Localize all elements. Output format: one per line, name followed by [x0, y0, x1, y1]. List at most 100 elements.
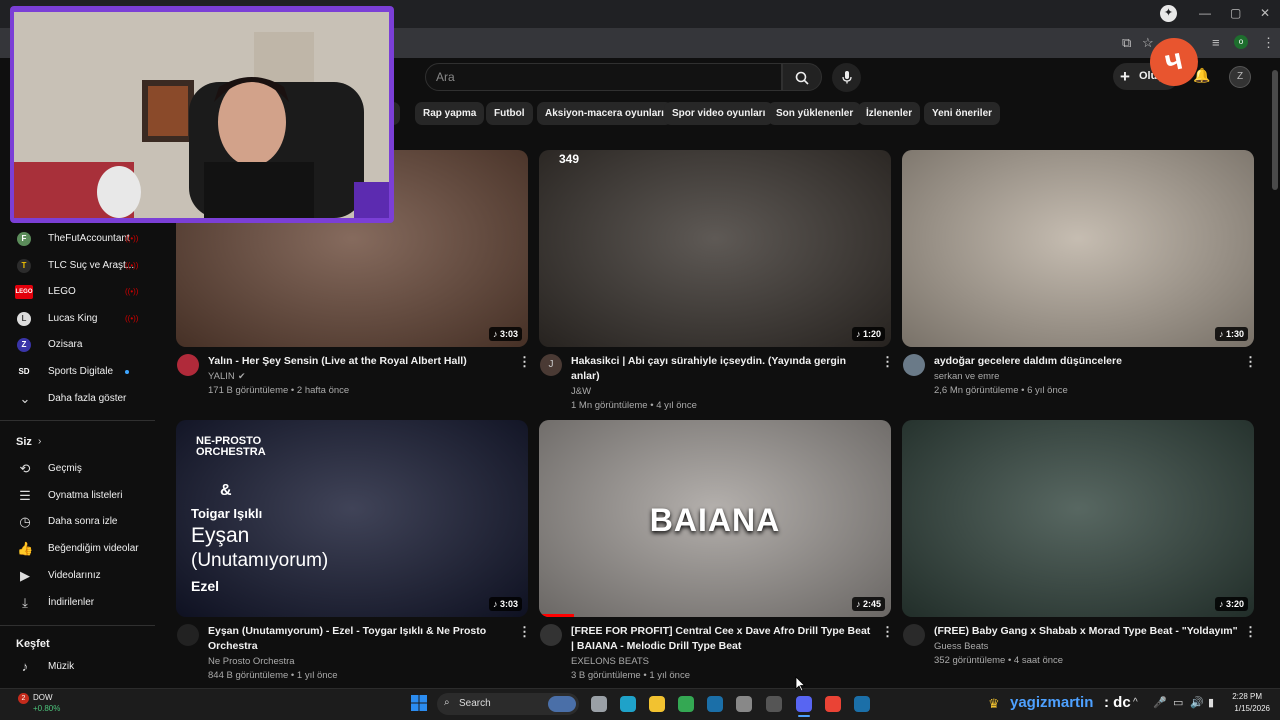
video-thumbnail[interactable]: ♪ 3:20 — [902, 420, 1254, 617]
video-thumbnail[interactable]: BAIANA ♪ 2:45 — [539, 420, 891, 617]
channel-name[interactable]: EXELONS BEATS — [571, 656, 649, 667]
channel-name[interactable]: serkan ve emre — [934, 371, 999, 382]
chevron-right-icon: › — [38, 436, 42, 447]
chrome-icon[interactable] — [678, 696, 694, 712]
unity-icon[interactable] — [736, 696, 752, 712]
sidebar-item-history[interactable]: ⟲ Geçmiş — [0, 456, 155, 482]
bookmark-star-icon[interactable]: ☆ — [1142, 35, 1154, 51]
live-indicator-icon: ((•)) — [125, 260, 139, 270]
video-title[interactable]: aydoğar gecelere daldım düşüncelere — [934, 354, 1239, 369]
channel-name[interactable]: J&W — [571, 386, 591, 397]
clock-time[interactable]: 2:28 PM — [1222, 692, 1262, 701]
media-control-icon[interactable]: ≡ — [1212, 35, 1220, 50]
steam-alt-icon[interactable] — [854, 696, 870, 712]
sidebar-item-subscription[interactable]: SD Sports Digitale — [0, 359, 155, 385]
url-field[interactable] — [380, 34, 1100, 54]
show-more-button[interactable]: ⌄ Daha fazla göster — [0, 386, 155, 412]
stock-name[interactable]: DOW — [33, 693, 53, 702]
sidebar-item-playlist[interactable]: ☰ Oynatma listeleri — [0, 483, 155, 509]
video-thumbnail[interactable]: NE-PROSTO ORCHESTRA & Toigar Işıklı Eyşan (U… — [176, 420, 528, 617]
notifications-bell-icon[interactable]: 🔔 — [1193, 67, 1210, 84]
video-title[interactable]: [FREE FOR PROFIT] Central Cee x Dave Afr… — [571, 624, 876, 654]
video-thumbnail[interactable]: 349 ♪ 1:20 — [539, 150, 891, 347]
search-button[interactable] — [782, 63, 822, 91]
page-scrollbar[interactable] — [1271, 64, 1279, 684]
sidebar-item-download[interactable]: ⤓ İndirilenler — [0, 590, 155, 616]
edge-browser-icon[interactable] — [620, 696, 636, 712]
volume-icon[interactable]: 🔊 — [1190, 696, 1204, 709]
sidebar-item-subscription[interactable]: T TLC Suç ve Araşt... ((•)) — [0, 253, 155, 279]
thumbnail-title-text: BAIANA — [649, 502, 781, 538]
meta-separator: • — [1018, 385, 1028, 396]
more-options-icon[interactable]: ⋮ — [1244, 624, 1257, 640]
sidebar-item-clock[interactable]: ◷ Daha sonra izle — [0, 509, 155, 535]
filter-chip[interactable]: Son yüklenenler — [768, 102, 862, 125]
obs-icon[interactable] — [766, 696, 782, 712]
sidebar-item-video[interactable]: ▶ Videolarınız — [0, 563, 155, 589]
more-options-icon[interactable]: ⋮ — [881, 624, 894, 640]
channel-avatar[interactable]: J — [540, 354, 562, 376]
tray-mic-icon[interactable]: 🎤 — [1153, 696, 1167, 709]
voice-search-button[interactable] — [832, 63, 861, 92]
filter-chip[interactable]: Rap yapma — [415, 102, 485, 125]
steam-icon[interactable] — [707, 696, 723, 712]
more-options-icon[interactable]: ⋮ — [518, 624, 531, 640]
avatar[interactable]: Z — [1229, 66, 1251, 88]
duration-badge: ♪ 3:03 — [488, 327, 522, 341]
ai-assistant-icon[interactable]: ✦ — [1160, 5, 1177, 22]
video-thumbnail[interactable]: ♪ 1:30 — [902, 150, 1254, 347]
install-app-icon[interactable]: ⧉ — [1122, 35, 1131, 51]
profile-icon[interactable]: o — [1234, 35, 1248, 49]
tray-chevron-icon[interactable]: ^ — [1133, 697, 1138, 708]
channel-avatar-icon: T — [17, 258, 31, 273]
sidebar-item-subscription[interactable]: F TheFutAccountant ((•)) — [0, 226, 155, 252]
filter-chip[interactable]: Aksiyon-macera oyunları — [537, 102, 672, 125]
you-section-header[interactable]: Siz — [16, 436, 32, 448]
video-title[interactable]: Hakasikci | Abi çayı sürahiyle içseydin.… — [571, 354, 876, 384]
sidebar-item-subscription[interactable]: LEGO LEGO ((•)) — [0, 279, 155, 305]
more-options-icon[interactable]: ⋮ — [881, 354, 894, 370]
chrome-profile-icon[interactable] — [825, 696, 841, 712]
video-metadata: 2,6 Mn görüntüleme • 6 yıl önce — [934, 385, 1068, 396]
channel-name[interactable]: Ne Prosto Orchestra — [208, 656, 295, 667]
channel-avatar[interactable] — [177, 624, 199, 646]
maximize-icon[interactable]: ▢ — [1230, 6, 1241, 20]
discord-icon[interactable] — [796, 696, 812, 712]
video-title[interactable]: Eyşan (Unutamıyorum) - Ezel - Toygar Işı… — [208, 624, 513, 654]
sidebar-item-thumb-up[interactable]: 👍 Beğendiğim videolar — [0, 536, 155, 562]
sidebar-item-subscription[interactable]: Z Ozisara — [0, 332, 155, 358]
scrollbar-thumb[interactable] — [1272, 70, 1278, 190]
channel-avatar[interactable] — [177, 354, 199, 376]
menu-dots-icon[interactable]: ⋮ — [1262, 35, 1275, 51]
sidebar-item-music[interactable]: ♪ Müzik — [0, 654, 155, 680]
channel-avatar[interactable] — [903, 624, 925, 646]
filter-chip[interactable]: Spor video oyunları — [664, 102, 774, 125]
sidebar-item-label: Beğendiğim videolar — [48, 543, 139, 555]
sidebar-divider — [0, 420, 155, 421]
close-icon[interactable]: ✕ — [1260, 6, 1270, 20]
windows-start-icon[interactable] — [411, 695, 427, 716]
music-note-icon: ♪ — [1218, 599, 1226, 609]
filter-chip[interactable]: Yeni öneriler — [924, 102, 1001, 125]
video-title[interactable]: (FREE) Baby Gang x Shabab x Morad Type B… — [934, 624, 1239, 639]
video-title[interactable]: Yalın - Her Şey Sensin (Live at the Roya… — [208, 354, 513, 369]
filter-chip[interactable]: İzlenenler — [858, 102, 921, 125]
more-options-icon[interactable]: ⋮ — [1244, 354, 1257, 370]
channel-name[interactable]: YALIN — [208, 371, 235, 382]
minimize-icon[interactable]: — — [1199, 6, 1211, 20]
channel-avatar[interactable] — [903, 354, 925, 376]
channel-name[interactable]: Guess Beats — [934, 641, 988, 652]
search-input[interactable]: Ara — [425, 63, 782, 91]
clock-date[interactable]: 1/15/2026 — [1222, 704, 1270, 713]
channel-avatar[interactable] — [540, 624, 562, 646]
sidebar-item-label: Lucas King — [48, 312, 98, 324]
more-options-icon[interactable]: ⋮ — [518, 354, 531, 370]
sidebar-item-subscription[interactable]: L Lucas King ((•)) — [0, 306, 155, 332]
music-note-icon: ♪ — [1218, 329, 1226, 339]
file-explorer-icon[interactable] — [649, 696, 665, 712]
thumbnail-text-brand: NE-PROSTO ORCHESTRA — [196, 435, 266, 458]
battery-icon[interactable]: ▮ — [1208, 696, 1214, 709]
task-view-icon[interactable] — [591, 696, 607, 712]
network-icon[interactable]: ▭ — [1173, 696, 1183, 709]
filter-chip[interactable]: Futbol — [486, 102, 533, 125]
